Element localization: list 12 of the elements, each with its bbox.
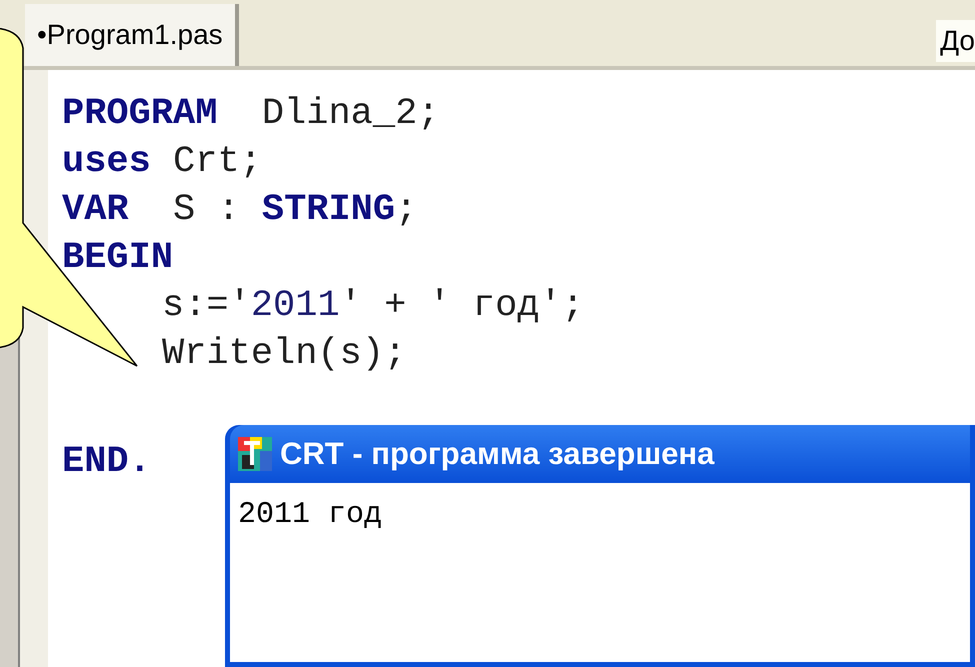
- file-tab[interactable]: •Program1.pas: [25, 4, 239, 66]
- cut-off-label: До: [936, 20, 975, 62]
- code-line: Writeln(s);: [162, 333, 406, 375]
- code-line: uses Crt;: [62, 141, 262, 183]
- code-line: s:='2011' + ' год';: [162, 285, 584, 327]
- code-line: END.: [62, 441, 151, 483]
- console-output: 2011 год: [238, 498, 382, 532]
- window-title: CRT - программа завершена: [280, 434, 714, 473]
- code-line: PROGRAM Dlina_2;: [62, 93, 440, 135]
- code-line: VAR S : STRING;: [62, 189, 418, 231]
- code-line: BEGIN: [62, 237, 174, 279]
- app-icon: [238, 437, 272, 471]
